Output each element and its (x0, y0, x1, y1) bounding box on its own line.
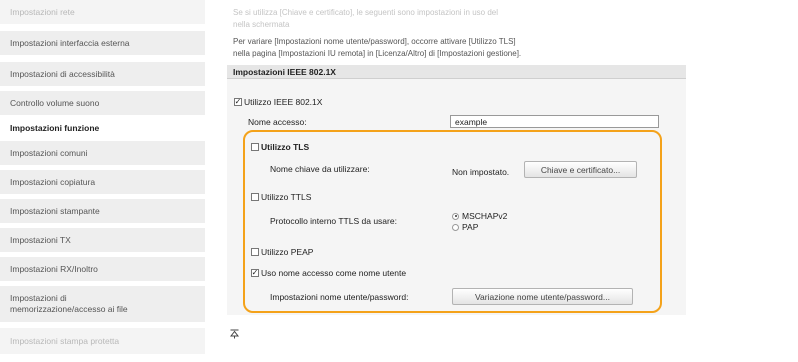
scroll-top-icon[interactable] (229, 329, 240, 341)
login-name-row: Nome accesso: (248, 117, 307, 127)
sidebar: Impostazioni rete Impostazioni interfacc… (0, 0, 205, 362)
sidebar-section-title: Impostazioni funzione (0, 121, 205, 135)
pap-label: PAP (462, 222, 479, 232)
sidebar-item-sound-volume[interactable]: Controllo volume suono (0, 91, 205, 115)
use-login-as-user-label: Uso nome accesso come nome utente (261, 268, 407, 278)
section-header-ieee: Impostazioni IEEE 802.1X (227, 65, 686, 79)
use-ttls-label: Utilizzo TTLS (261, 192, 312, 202)
use-ieee-label: Utilizzo IEEE 802.1X (244, 97, 323, 107)
use-tls-checkbox[interactable] (251, 143, 259, 151)
mschapv2-radio[interactable] (452, 212, 459, 220)
login-name-label: Nome accesso: (248, 117, 307, 127)
sidebar-item-label: Impostazioni rete (10, 6, 75, 17)
sidebar-item-label: Controllo volume suono (10, 97, 100, 108)
sidebar-item-label: memorizzazione/accesso ai file (10, 304, 128, 314)
main-content: Se si utilizza [Chiave e certificato], l… (215, 0, 798, 362)
use-ttls-row: Utilizzo TTLS (251, 192, 311, 202)
ttls-option-pap[interactable]: PAP (452, 222, 478, 232)
sidebar-item-printer[interactable]: Impostazioni stampante (0, 199, 205, 223)
key-certificate-button[interactable]: Chiave e certificato... (524, 161, 637, 178)
sidebar-item-label: Impostazioni stampa protetta (10, 335, 120, 346)
mschapv2-label: MSCHAPv2 (462, 211, 508, 221)
sidebar-item-copy[interactable]: Impostazioni copiatura (0, 170, 205, 194)
login-name-input[interactable] (450, 115, 659, 128)
scroll-top-icon-graphic (229, 329, 240, 339)
use-peap-label: Utilizzo PEAP (261, 247, 314, 257)
user-pw-label: Impostazioni nome utente/password: (270, 292, 409, 302)
sidebar-item-rx-forward[interactable]: Impostazioni RX/Inoltro (0, 257, 205, 281)
info-note: Se si utilizza [Chiave e certificato], l… (233, 8, 499, 17)
use-ieee-row: ✓ Utilizzo IEEE 802.1X (234, 97, 322, 107)
use-ieee-checkbox[interactable]: ✓ (234, 98, 242, 106)
use-ttls-checkbox[interactable] (251, 193, 259, 201)
sidebar-item-secure-print[interactable]: Impostazioni stampa protetta (0, 328, 205, 354)
change-user-pw-button[interactable]: Variazione nome utente/password... (452, 288, 633, 305)
ttls-protocol-row: Protocollo interno TTLS da usare: (270, 216, 397, 226)
use-peap-checkbox[interactable] (251, 248, 259, 256)
sidebar-item-label: Impostazioni di (10, 293, 67, 303)
key-name-value: Non impostato. (452, 167, 510, 177)
key-value-row: Non impostato. (452, 167, 509, 177)
key-certificate-button-label: Chiave e certificato... (540, 164, 621, 175)
sidebar-section-label: Impostazioni funzione (10, 123, 100, 133)
use-tls-label: Utilizzo TLS (261, 142, 310, 152)
sidebar-item-label: Impostazioni di accessibilità (10, 68, 115, 79)
sidebar-item-accessibility[interactable]: Impostazioni di accessibilità (0, 62, 205, 86)
sidebar-item-network[interactable]: Impostazioni rete (0, 0, 205, 24)
key-name-label: Nome chiave da utilizzare: (270, 164, 370, 174)
info-note: nella pagina [Impostazioni IU remota] in… (233, 49, 522, 58)
sidebar-item-label: Impostazioni RX/Inoltro (10, 263, 98, 274)
use-tls-row: Utilizzo TLS (251, 142, 309, 152)
use-login-as-user-row: ✓ Uso nome accesso come nome utente (251, 268, 406, 278)
info-note: Per variare [Impostazioni nome utente/pa… (233, 37, 516, 46)
use-peap-row: Utilizzo PEAP (251, 247, 313, 257)
sidebar-item-label: Impostazioni stampante (10, 205, 100, 216)
change-user-pw-button-label: Variazione nome utente/password... (475, 291, 610, 302)
key-name-row: Nome chiave da utilizzare: (270, 164, 370, 174)
ttls-option-mschap[interactable]: MSCHAPv2 (452, 211, 507, 221)
pap-radio[interactable] (452, 223, 459, 231)
sidebar-item-tx[interactable]: Impostazioni TX (0, 228, 205, 252)
sidebar-item-external-interface[interactable]: Impostazioni interfaccia esterna (0, 31, 205, 55)
info-note: nella schermata (233, 20, 290, 29)
sidebar-item-label: Impostazioni comuni (10, 147, 88, 158)
sidebar-item-label: Impostazioni TX (10, 234, 71, 245)
ttls-protocol-label: Protocollo interno TTLS da usare: (270, 216, 397, 226)
use-login-as-user-checkbox[interactable]: ✓ (251, 269, 259, 277)
user-pw-row: Impostazioni nome utente/password: (270, 292, 408, 302)
sidebar-item-common[interactable]: Impostazioni comuni (0, 141, 205, 165)
sidebar-item-label: Impostazioni copiatura (10, 176, 96, 187)
sidebar-item-file-storage[interactable]: Impostazioni di memorizzazione/accesso a… (0, 286, 205, 322)
sidebar-item-label: Impostazioni interfaccia esterna (10, 37, 130, 48)
